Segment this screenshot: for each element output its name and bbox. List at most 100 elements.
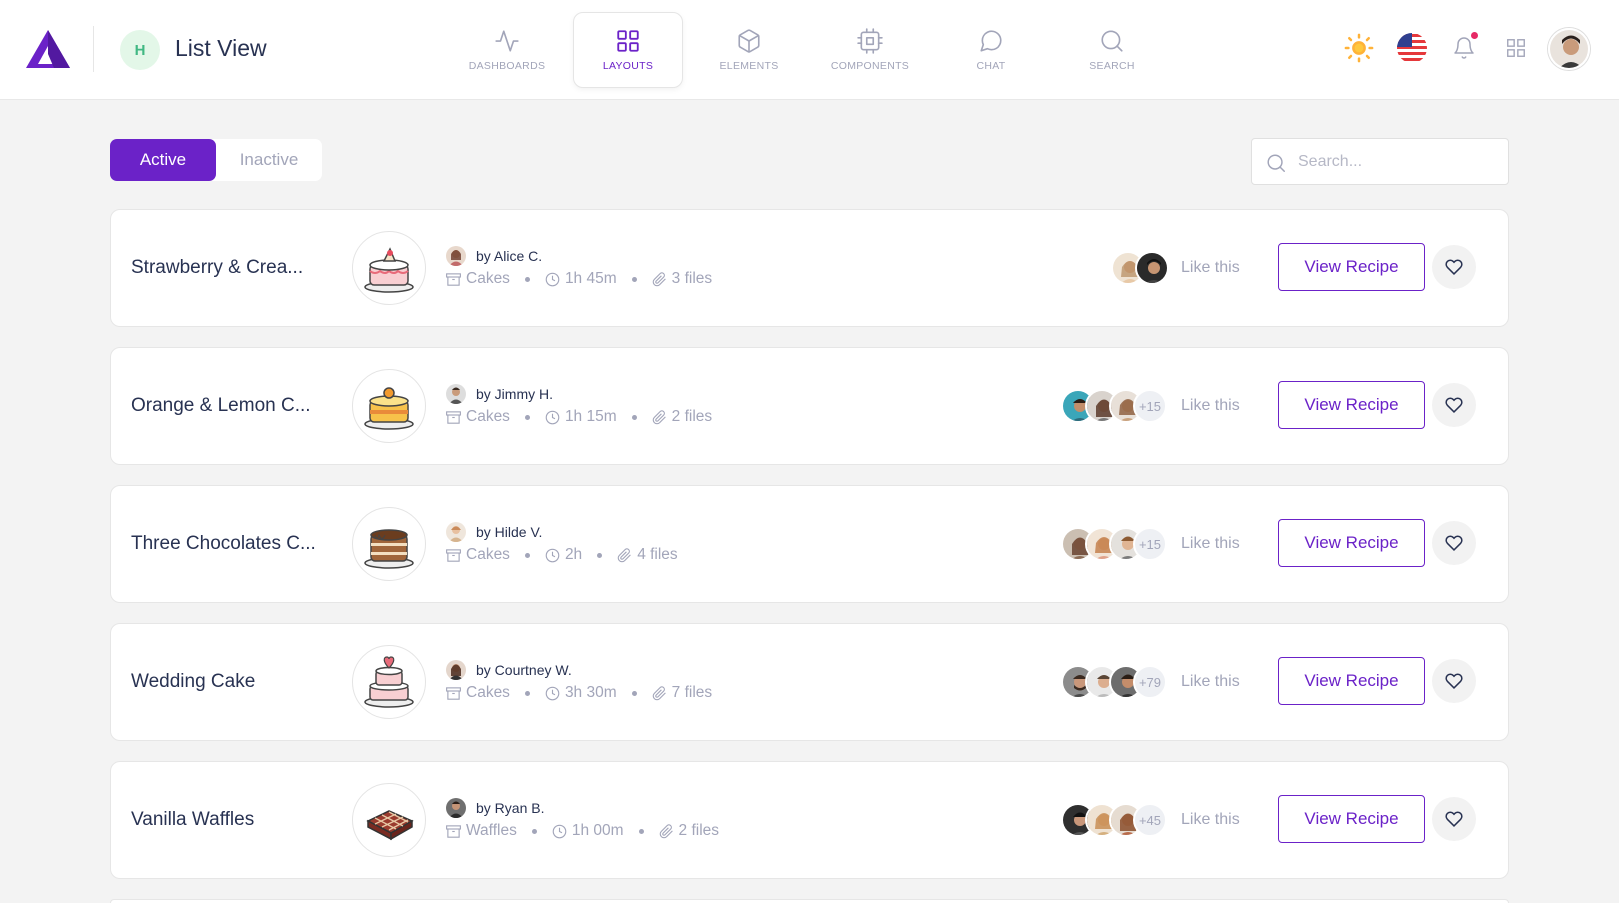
recipe-files: 7 files <box>671 684 713 701</box>
language-button[interactable] <box>1394 30 1430 66</box>
archive-icon <box>446 272 461 286</box>
recipe-files: 2 files <box>678 822 720 839</box>
box-icon <box>738 29 760 53</box>
active-filter-button[interactable]: Active <box>110 139 216 181</box>
recipe-author: by Ryan B. <box>446 797 544 819</box>
brand-logo[interactable] <box>24 28 72 70</box>
clock-icon <box>545 410 560 424</box>
likers-stack[interactable]: +79 <box>1061 664 1167 700</box>
view-recipe-button[interactable]: View Recipe <box>1278 243 1425 291</box>
cpu-icon <box>857 28 883 54</box>
recipe-meta: Cakes 2h 4 files <box>446 546 678 564</box>
user-avatar[interactable] <box>1548 28 1590 70</box>
author-avatar <box>446 246 466 266</box>
meta-separator <box>631 276 637 282</box>
nav-tab-label: LAYOUTS <box>602 60 654 72</box>
recipe-card: Orange & Lemon C... by Jimmy H. Cakes 1h… <box>110 347 1509 465</box>
clock-icon <box>545 686 560 700</box>
nav-tab-search[interactable]: SEARCH <box>1057 12 1167 88</box>
search-input[interactable] <box>1298 139 1498 184</box>
like-label: Like this <box>1181 397 1240 414</box>
heart-icon <box>1445 397 1463 413</box>
recipe-card: Strawberry & Crea... by Alice C. Cakes 1… <box>110 209 1509 327</box>
recipe-meta: Cakes 3h 30m 7 files <box>446 684 712 702</box>
orange-lemon-cake-illustration <box>364 387 414 430</box>
author-avatar <box>446 798 466 818</box>
wedding-cake-illustration <box>364 656 414 708</box>
nav-tab-components[interactable]: COMPONENTS <box>815 12 925 88</box>
recipe-files: 3 files <box>671 270 713 287</box>
view-recipe-button[interactable]: View Recipe <box>1278 381 1425 429</box>
recipe-meta: Cakes 1h 15m 2 files <box>446 408 712 426</box>
likers-stack[interactable]: +45 <box>1061 802 1167 838</box>
recipe-files: 4 files <box>637 546 678 563</box>
meta-separator <box>524 552 530 558</box>
recipe-category: Cakes <box>466 684 510 701</box>
clock-icon <box>552 824 567 838</box>
recipe-card: Wedding Cake by Courtney W. Cakes 3h 30m… <box>110 623 1509 741</box>
apps-grid-icon <box>1507 39 1525 57</box>
paperclip-icon <box>652 409 666 424</box>
author-avatar <box>446 522 466 542</box>
recipe-card-partial <box>110 899 1509 903</box>
meta-separator <box>524 414 530 420</box>
theme-toggle-button[interactable] <box>1341 30 1377 66</box>
recipe-title[interactable]: Wedding Cake <box>131 624 321 740</box>
recipe-card: Three Chocolates C... by Hilde V. Cakes … <box>110 485 1509 603</box>
recipe-title[interactable]: Orange & Lemon C... <box>131 348 321 464</box>
recipe-time: 2h <box>564 546 583 563</box>
recipe-title[interactable]: Three Chocolates C... <box>131 486 321 602</box>
meta-separator <box>638 828 644 834</box>
waffles-illustration <box>366 810 414 841</box>
meta-separator <box>597 552 603 558</box>
author-name: by Ryan B. <box>476 800 545 816</box>
view-recipe-button[interactable]: View Recipe <box>1278 519 1425 567</box>
recipe-author: by Jimmy H. <box>446 383 553 405</box>
meta-separator <box>631 414 637 420</box>
view-recipe-button[interactable]: View Recipe <box>1278 657 1425 705</box>
likers-more-count: +45 <box>1133 803 1167 837</box>
recipe-thumbnail <box>352 369 426 443</box>
apps-button[interactable] <box>1498 30 1534 66</box>
recipe-author: by Alice C. <box>446 245 542 267</box>
bell-icon <box>1454 37 1474 59</box>
like-button[interactable] <box>1432 521 1476 565</box>
recipe-meta: Waffles 1h 00m 2 files <box>446 822 719 840</box>
like-button[interactable] <box>1432 245 1476 289</box>
like-button[interactable] <box>1432 659 1476 703</box>
nav-tab-label: SEARCH <box>1089 60 1135 72</box>
like-label: Like this <box>1181 535 1240 552</box>
meta-separator <box>524 276 530 282</box>
author-name: by Hilde V. <box>476 524 543 540</box>
recipe-title[interactable]: Vanilla Waffles <box>131 762 321 878</box>
like-button[interactable] <box>1432 797 1476 841</box>
likers-stack[interactable]: +15 <box>1061 526 1167 562</box>
heart-icon <box>1445 535 1463 551</box>
sun-icon <box>1344 33 1374 63</box>
recipe-category: Cakes <box>466 270 510 287</box>
author-name: by Jimmy H. <box>476 386 553 402</box>
recipe-title[interactable]: Strawberry & Crea... <box>131 210 321 326</box>
nav-tab-chat[interactable]: CHAT <box>936 12 1046 88</box>
nav-tab-dashboards[interactable]: DASHBOARDS <box>452 12 562 88</box>
recipe-thumbnail <box>352 231 426 305</box>
user-avatar-image <box>1550 30 1588 68</box>
like-button[interactable] <box>1432 383 1476 427</box>
likers-stack[interactable]: +15 <box>1061 388 1167 424</box>
author-name: by Alice C. <box>476 248 543 264</box>
nav-tab-layouts[interactable]: LAYOUTS <box>573 12 683 88</box>
likers-stack[interactable] <box>1111 250 1169 286</box>
inactive-filter-button[interactable]: Inactive <box>216 139 322 181</box>
recipe-author: by Hilde V. <box>446 521 542 543</box>
recipe-thumbnail <box>352 645 426 719</box>
search-icon <box>1267 154 1285 172</box>
like-label: Like this <box>1181 811 1240 828</box>
likers-more-count: +79 <box>1133 665 1167 699</box>
paperclip-icon <box>652 271 666 286</box>
view-recipe-button[interactable]: View Recipe <box>1278 795 1425 843</box>
clock-icon <box>545 548 560 562</box>
notifications-button[interactable] <box>1446 30 1482 66</box>
recipe-time: 3h 30m <box>564 684 617 701</box>
strawberry-cake-illustration <box>364 247 414 293</box>
nav-tab-elements[interactable]: ELEMENTS <box>694 12 804 88</box>
